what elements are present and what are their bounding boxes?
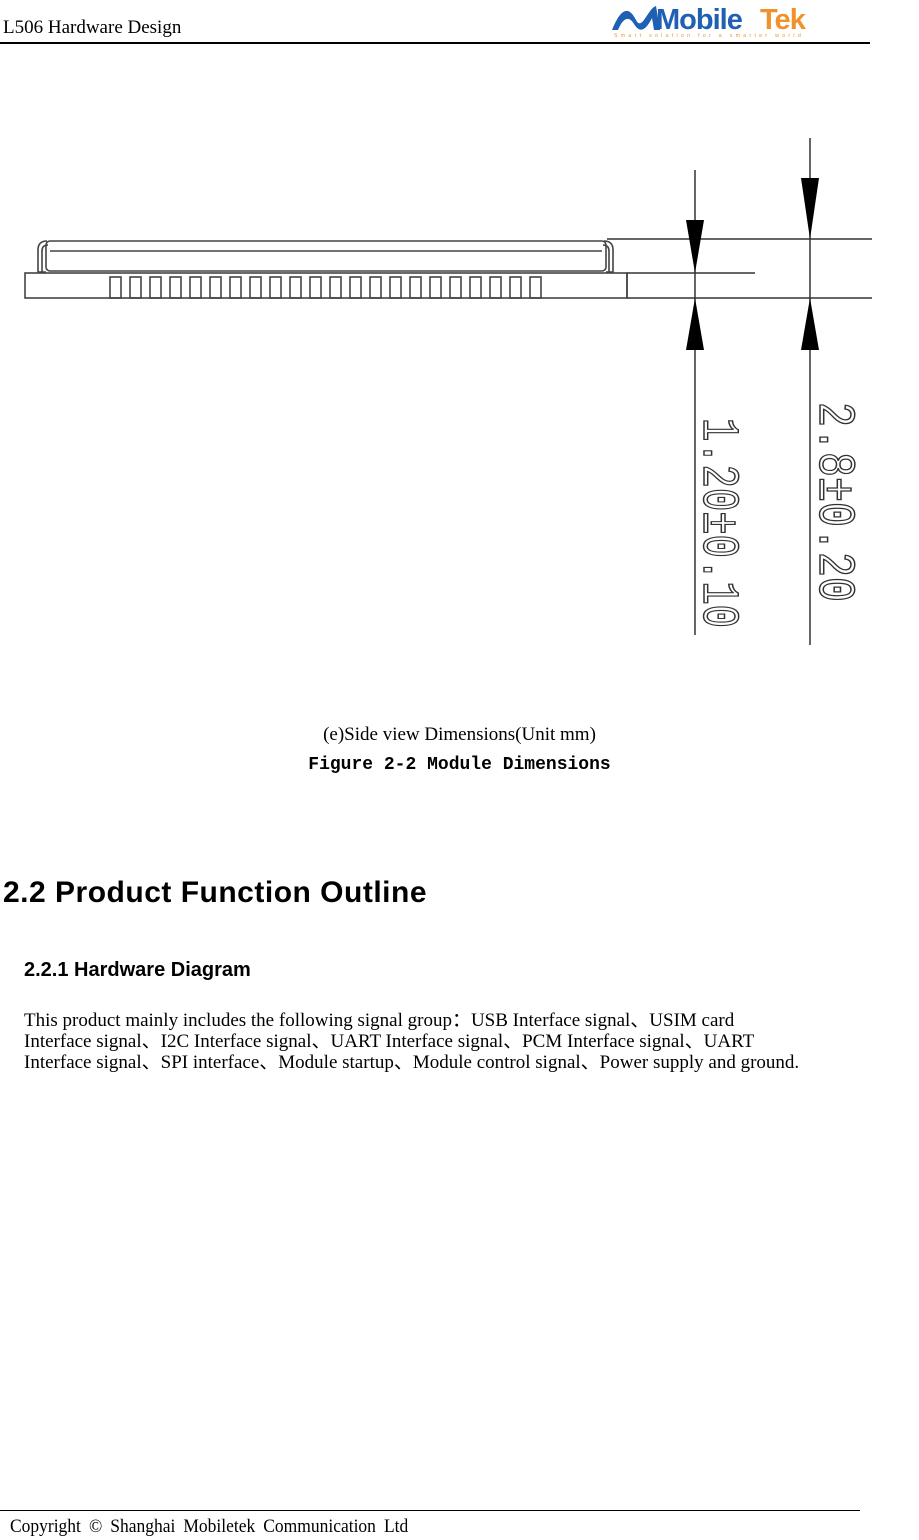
- lga-pad: [209, 276, 222, 299]
- figure-caption: (e)Side view Dimensions(Unit mm): [323, 724, 596, 745]
- mobiletek-logo: Mobile Tek Smart solution for a smarter …: [612, 4, 808, 39]
- lga-pad: [309, 276, 322, 299]
- lga-pad: [269, 276, 282, 299]
- arrow-down-icon: [801, 178, 819, 239]
- lga-pad: [169, 276, 182, 299]
- figure-title: Figure 2-2 Module Dimensions: [308, 755, 611, 775]
- lga-pad: [249, 276, 262, 299]
- section-heading: 2.2 Product Function Outline: [3, 876, 428, 909]
- paragraph-line: Interface signal、SPI interface、Module st…: [24, 1052, 800, 1073]
- dimension-label-pcb-thickness: 1.20±0.10: [688, 418, 747, 628]
- lga-pad: [369, 276, 382, 299]
- arrow-up-icon: [686, 298, 704, 350]
- footer-divider: [0, 1510, 860, 1511]
- lga-pad: [349, 276, 362, 299]
- shield-can: [45, 240, 607, 272]
- lga-pad: [529, 276, 542, 299]
- lga-pad: [449, 276, 462, 299]
- body-paragraph: This product mainly includes the followi…: [24, 1010, 919, 1073]
- document-header-title: L506 Hardware Design: [3, 17, 182, 38]
- header-divider: [0, 42, 870, 44]
- dimension-label-total-height: 2.8±0.20: [804, 402, 863, 602]
- lga-pad: [469, 276, 482, 299]
- side-view-diagram: 1.20±0.10 2.8±0.20: [24, 138, 872, 645]
- lga-pads: [109, 276, 542, 299]
- shield-left-clip-inner: [41, 244, 49, 272]
- lga-pad: [429, 276, 442, 299]
- lga-pad: [129, 276, 142, 299]
- subsection-heading: 2.2.1 Hardware Diagram: [24, 959, 251, 981]
- arrow-up-icon: [801, 298, 819, 350]
- arrow-down-icon: [686, 220, 704, 273]
- lga-pad: [149, 276, 162, 299]
- logo-tagline: Smart solution for a smarter world: [614, 33, 804, 39]
- lga-pad: [489, 276, 502, 299]
- logo-brand-right: Tek: [760, 4, 807, 36]
- lga-pad: [389, 276, 402, 299]
- lga-pad: [289, 276, 302, 299]
- footer-copyright: Copyright © Shanghai Mobiletek Communica…: [10, 1516, 409, 1537]
- lga-pad: [509, 276, 522, 299]
- lga-pad: [229, 276, 242, 299]
- lga-pad: [409, 276, 422, 299]
- lga-pad: [109, 276, 122, 299]
- paragraph-line: Interface signal、I2C Interface signal、UA…: [24, 1031, 755, 1052]
- logo-wave-icon: [612, 6, 660, 30]
- paragraph-line: This product mainly includes the followi…: [24, 1010, 735, 1031]
- logo-brand-left: Mobile: [656, 4, 743, 36]
- lga-pad: [189, 276, 202, 299]
- lga-pad: [329, 276, 342, 299]
